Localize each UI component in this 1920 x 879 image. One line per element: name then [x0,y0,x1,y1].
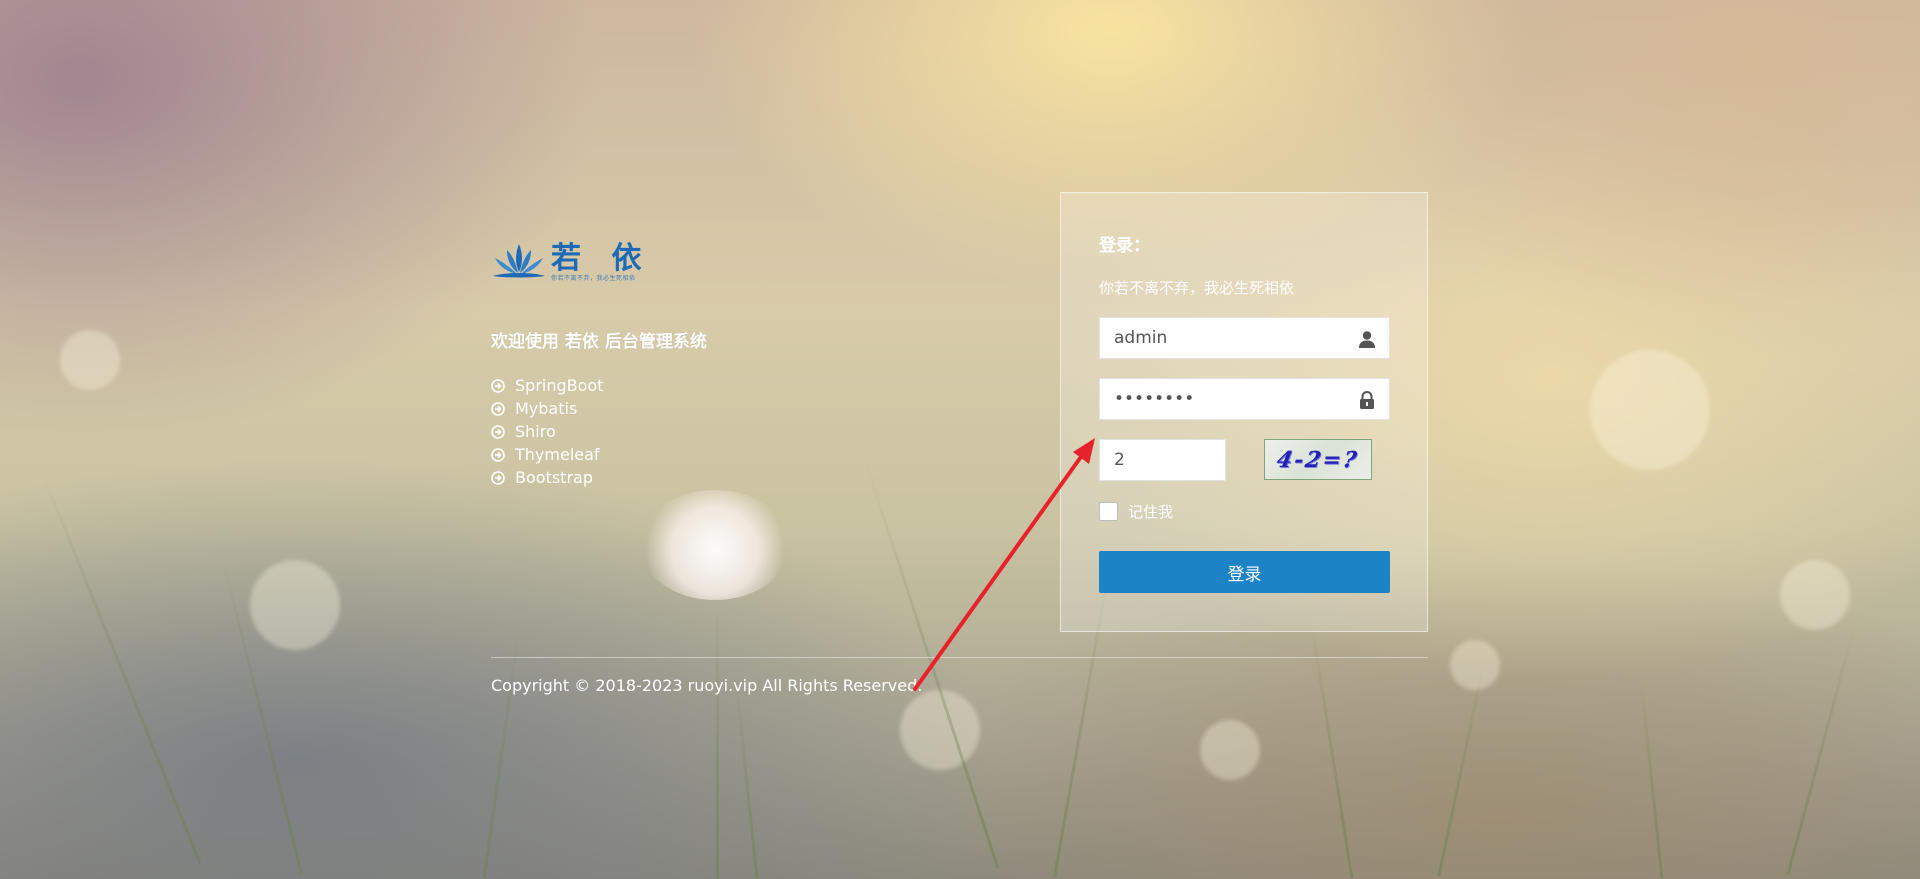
arrow-circle-right-icon [491,378,505,393]
tech-item-label: Thymeleaf [515,445,600,464]
brand: 若 依 你若不离不弃，我必生死相依 [491,232,791,284]
remember-me-checkbox[interactable] [1099,502,1118,521]
arrow-circle-right-icon [491,447,505,462]
remember-me-label: 记住我 [1128,503,1174,521]
logo: 若 依 你若不离不弃，我必生死相依 [491,232,791,284]
lotus-logo-icon [493,244,545,278]
tech-stack-list: SpringBoot Mybatis Shiro Thymeleaf Boots… [491,374,603,489]
list-item: Shiro [491,420,603,443]
captcha-input[interactable] [1100,440,1225,480]
login-button[interactable]: 登录 [1099,551,1390,593]
welcome-heading: 欢迎使用 若依 后台管理系统 [491,332,707,352]
captcha-field-wrapper [1099,439,1226,481]
list-item: Mybatis [491,397,603,420]
username-input[interactable] [1100,318,1389,358]
user-icon [1359,331,1375,348]
tech-item-label: Shiro [515,422,556,441]
footer-divider [491,657,1428,658]
list-item: SpringBoot [491,374,603,397]
background-photo [0,0,1920,879]
remember-me[interactable]: 记住我 [1099,501,1173,522]
list-item: Bootstrap [491,466,603,489]
password-field-wrapper [1099,378,1390,420]
tech-item-label: SpringBoot [515,376,604,395]
lock-icon [1360,390,1374,409]
list-item: Thymeleaf [491,443,603,466]
login-subtitle: 你若不离不弃，我必生死相依 [1099,279,1295,297]
login-panel: 登录： 你若不离不弃，我必生死相依 4-2=? 记住我 登录 [1060,192,1428,632]
tech-item-label: Bootstrap [515,468,593,487]
username-field-wrapper [1099,317,1390,359]
captcha-image-text: 4-2=? [1275,446,1361,473]
copyright-text: Copyright © 2018-2023 ruoyi.vip All Righ… [491,676,923,695]
login-heading: 登录： [1099,236,1150,256]
annotation-arrow [913,438,1095,691]
arrow-circle-right-icon [491,470,505,485]
tech-item-label: Mybatis [515,399,578,418]
logo-title: 若 依 [551,241,652,276]
captcha-image[interactable]: 4-2=? [1264,439,1372,480]
arrow-circle-right-icon [491,424,505,439]
password-input[interactable] [1100,379,1389,419]
arrow-circle-right-icon [491,401,505,416]
logo-slogan: 你若不离不弃，我必生死相依 [551,276,636,282]
